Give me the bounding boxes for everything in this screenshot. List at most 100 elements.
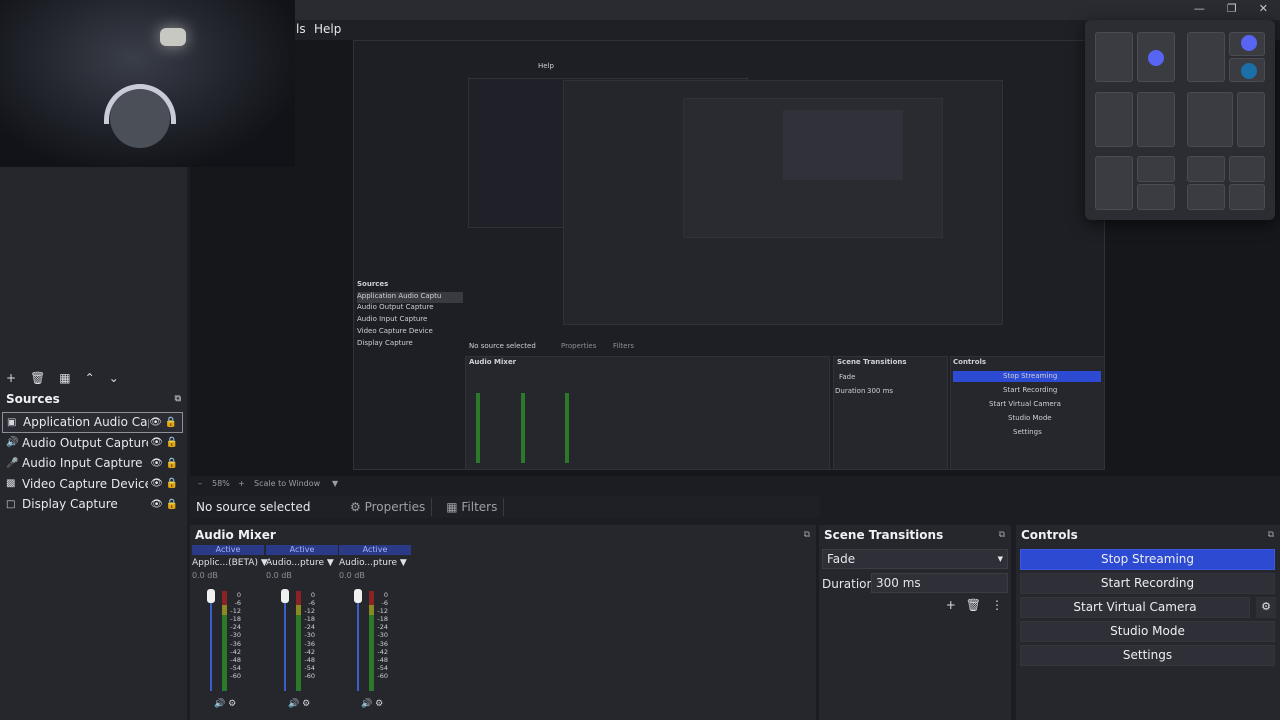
snap-tile[interactable] [1095,156,1133,210]
headset [104,84,176,124]
scale-tick: -60 [377,671,388,680]
lock-icon[interactable]: 🔒 [166,458,178,469]
snap-tile[interactable] [1137,156,1175,182]
snap-tile[interactable] [1095,32,1133,82]
volume-slider-knob[interactable] [281,589,289,603]
lock-icon[interactable]: 🔒 [166,478,178,489]
webcam-overlay [0,0,295,167]
mute-speaker-icon[interactable]: 🔊 [214,699,225,709]
source-label: Audio Input Capture [22,456,143,471]
minimize-icon[interactable]: — [1194,2,1205,15]
source-row-display-capture[interactable]: □ Display Capture 👁 🔒 [2,494,183,515]
undock-icon[interactable]: ⧉ [175,394,181,404]
monitor-headphones-icon[interactable]: ⚙ [375,699,383,709]
zoom-minus-icon[interactable]: – [198,479,202,488]
start-recording-button[interactable]: Start Recording [1020,573,1275,594]
visibility-eye-icon[interactable]: 👁 [149,417,162,428]
properties-button[interactable]: ⚙ Properties [344,498,433,516]
mute-speaker-icon[interactable]: 🔊 [288,699,299,709]
more-options-icon[interactable]: ⋮ [991,598,1003,612]
move-up-icon[interactable]: ⌃ [85,371,95,385]
filters-button[interactable]: ▦ Filters [440,498,505,516]
monitor-headphones-icon[interactable]: ⚙ [228,699,236,709]
snap-tile[interactable] [1137,184,1175,210]
settings-button[interactable]: Settings [1020,645,1275,666]
undock-icon[interactable]: ⧉ [999,530,1005,540]
snap-tile[interactable] [1187,184,1225,210]
visibility-eye-icon[interactable]: 👁 [150,478,163,489]
move-down-icon[interactable]: ⌄ [109,371,119,385]
snap-tile[interactable] [1187,92,1233,147]
volume-meter [222,591,227,691]
menu-help[interactable]: Help [314,22,341,36]
active-tag: Active [339,545,411,555]
volume-slider-track[interactable] [284,591,286,691]
source-label: Display Capture [22,497,118,512]
restore-icon[interactable]: ❐ [1227,2,1237,15]
visibility-eye-icon[interactable]: 👁 [150,437,163,448]
add-icon[interactable]: + [946,598,956,612]
channel-name[interactable]: Audio...pture ▼ [266,558,338,568]
program-preview[interactable]: Help Sources Application Audio Captu Aud… [353,40,1105,470]
scale-tick: 0 [236,591,241,599]
volume-slider-knob[interactable] [354,589,362,603]
nested-meter [565,393,569,463]
volume-slider-knob[interactable] [207,589,215,603]
transition-selected: Fade [827,552,856,566]
speaker-icon: 🔊 [6,437,19,449]
undock-icon[interactable]: ⧉ [804,530,810,540]
channel-name[interactable]: Applic...(BETA) ▼ [192,558,268,568]
snap-tile[interactable] [1187,32,1225,82]
source-row-video-capture[interactable]: ▩ Video Capture Device 👁 🔒 [2,474,183,495]
mute-speaker-icon[interactable]: 🔊 [361,699,372,709]
channel-name[interactable]: Audio...pture ▼ [339,558,411,568]
studio-mode-button[interactable]: Studio Mode [1020,621,1275,642]
volume-slider-track[interactable] [357,591,359,691]
start-virtual-camera-button[interactable]: Start Virtual Camera [1020,597,1250,618]
zoom-mode[interactable]: Scale to Window [254,479,320,488]
source-row-audio-input[interactable]: 🎤 Audio Input Capture 👁 🔒 [2,453,183,474]
meter-red [369,591,374,605]
nested-settings-label: Settings [1013,428,1042,436]
duration-field[interactable]: 300 ms [871,573,1008,593]
nested-duration: Duration [835,387,866,395]
close-icon[interactable]: ✕ [1259,2,1268,15]
trash-icon[interactable]: 🗑 [966,598,981,612]
dropdown-icon[interactable]: ▼ [327,558,334,568]
zoom-plus-icon[interactable]: + [238,479,245,488]
zoom-dropdown-icon[interactable]: ▼ [332,479,338,488]
visibility-eye-icon[interactable]: 👁 [150,458,163,469]
snap-tile[interactable] [1237,92,1265,147]
source-row-audio-output[interactable]: 🔊 Audio Output Capture 👁 🔒 [2,433,183,454]
stop-streaming-button[interactable]: Stop Streaming [1020,549,1275,570]
snap-tile[interactable] [1137,92,1175,147]
audio-mixer-panel: Audio Mixer ⧉ Active Applic...(BETA) ▼ 0… [190,525,816,720]
source-row-app-audio[interactable]: ▣ Application Audio Captu 👁 🔒 [2,412,183,433]
chevron-down-icon: ▼ [997,555,1003,563]
lock-icon[interactable]: 🔒 [166,499,178,510]
snap-tile[interactable] [1187,156,1225,182]
lock-icon[interactable]: 🔒 [165,417,177,428]
meter-scale: 0 -6 -12 -18 -24 -30 -36 -42 -48 -54 -60 [229,591,241,680]
nested-controls-title: Controls [953,358,987,366]
gear-icon[interactable]: ⚙ [1256,597,1276,618]
menu-tools[interactable]: ls [296,22,306,36]
meter-yellow [222,605,227,615]
snap-tile[interactable] [1095,92,1133,147]
lamp-light [160,28,186,46]
scale-tick: -6 [308,599,315,608]
dropdown-icon[interactable]: ▼ [400,558,407,568]
scale-tick: -24 [377,623,388,632]
monitor-headphones-icon[interactable]: ⚙ [302,699,310,709]
volume-slider-track[interactable] [210,591,212,691]
snap-tile[interactable] [1229,156,1265,182]
snap-tile[interactable] [1229,184,1265,210]
undock-icon[interactable]: ⧉ [1268,530,1274,540]
add-icon[interactable]: + [6,371,16,385]
properties-icon[interactable]: ▦ [59,371,70,385]
transition-select[interactable]: Fade ▼ [822,549,1008,569]
lock-icon[interactable]: 🔒 [166,437,178,448]
visibility-eye-icon[interactable]: 👁 [150,499,163,510]
trash-icon[interactable]: 🗑 [30,371,45,385]
scale-tick: -42 [230,647,241,656]
